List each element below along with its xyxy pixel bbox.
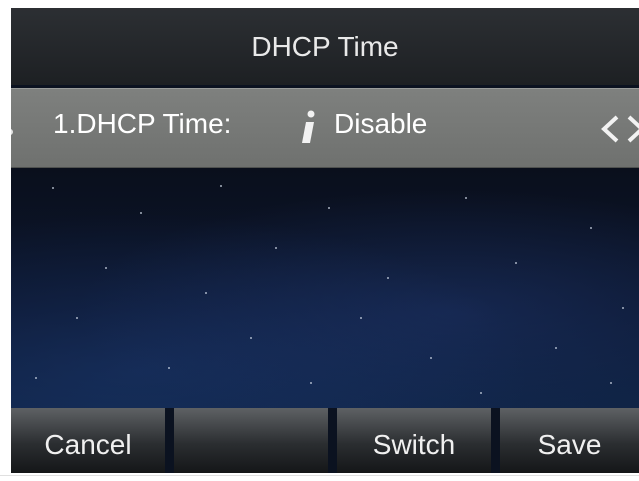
info-icon [302,110,315,143]
save-button-label: Save [537,428,602,460]
starfield-background [11,168,639,408]
dhcp-time-field[interactable]: 1.DHCP Time: Disable [11,88,639,168]
phone-screen: DHCP Time 1.DHCP Time: Disable Cancel Sw… [11,8,639,473]
field-value: Disable [334,108,428,139]
switch-button[interactable]: Switch [337,408,491,473]
page-title: DHCP Time [11,8,639,85]
stars-decoration [35,185,624,394]
field-label: 1.DHCP Time: [53,108,232,139]
chevron-left-icon[interactable] [599,114,621,144]
cancel-button[interactable]: Cancel [11,408,165,473]
row-marker-icon [11,129,13,135]
cancel-button-label: Cancel [44,428,132,460]
empty-softkey-button[interactable] [174,408,328,473]
switch-button-label: Switch [372,428,456,460]
save-button[interactable]: Save [500,408,639,473]
page-title-text: DHCP Time [251,30,399,62]
chevron-right-icon[interactable] [625,114,639,144]
softkey-bar: Cancel Switch Save [11,408,639,473]
bottom-divider [0,475,639,476]
